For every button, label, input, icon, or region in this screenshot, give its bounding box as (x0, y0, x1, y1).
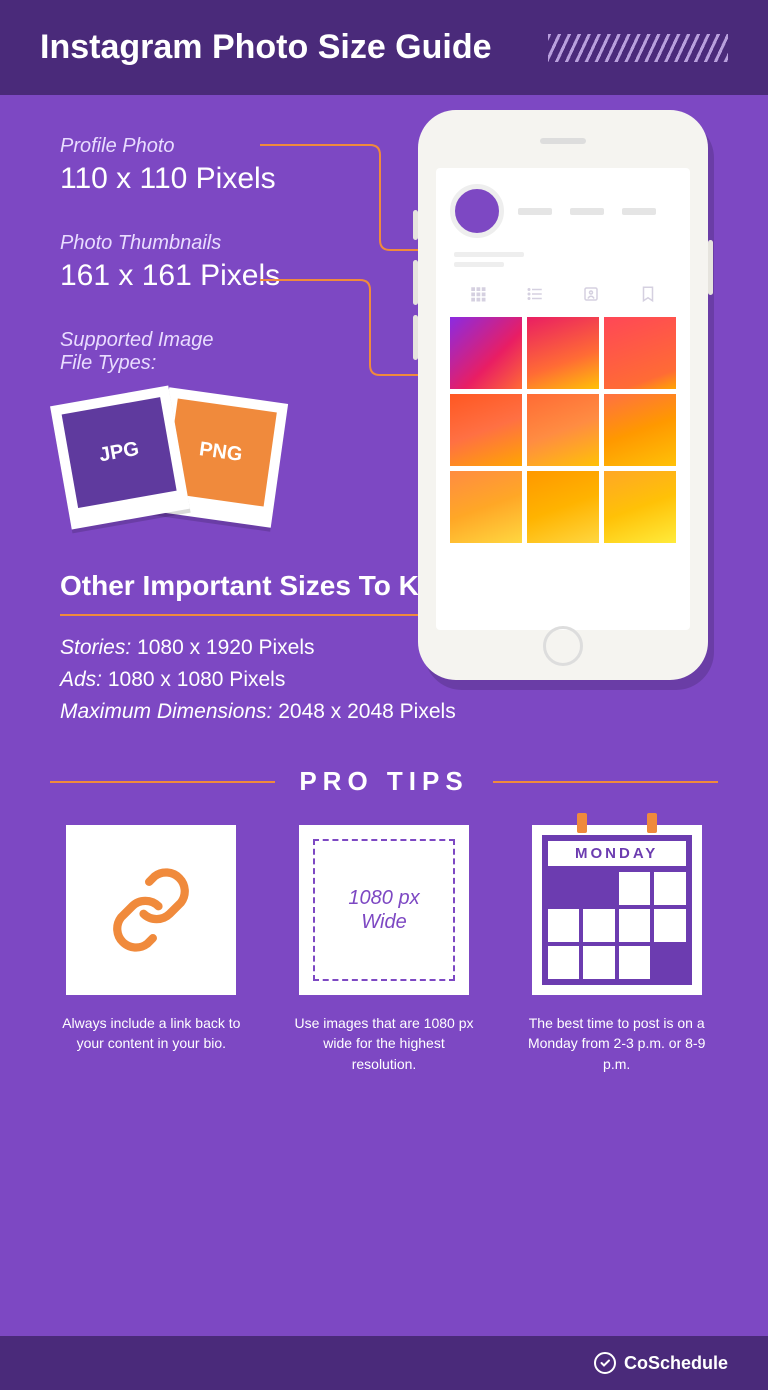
calendar-heading: MONDAY (548, 841, 686, 866)
bio-placeholder (454, 252, 676, 267)
width-card-line1: 1080 px (348, 886, 419, 910)
tagged-icon (582, 285, 600, 303)
header-decoration (548, 34, 728, 62)
photo-grid (450, 317, 676, 543)
phone-mockup (418, 110, 708, 680)
tip-width: 1080 px Wide Use images that are 1080 px… (283, 825, 486, 1074)
filetype-jpg-label: JPG (62, 397, 177, 508)
profile-stats (518, 208, 676, 215)
page-title: Instagram Photo Size Guide (40, 28, 492, 67)
filetype-jpg-card: JPG (50, 386, 190, 530)
link-icon (106, 865, 196, 955)
grid-icon (469, 285, 487, 303)
link-icon-card (66, 825, 236, 995)
grid-tile (527, 394, 599, 466)
grid-tile (604, 394, 676, 466)
avatar-icon (450, 184, 504, 238)
header-bar: Instagram Photo Size Guide (0, 0, 768, 95)
tip-timing-text: The best time to post is on a Monday fro… (527, 1013, 707, 1074)
protips-heading: PRO TIPS (299, 766, 468, 797)
protips-section: PRO TIPS Always include a link back to y… (50, 766, 718, 1074)
tip-timing: MONDAY The best time to post is on a Mon… (515, 825, 718, 1074)
brand-check-icon (594, 1352, 616, 1374)
phone-screen (436, 168, 690, 630)
tip-link-text: Always include a link back to your conte… (61, 1013, 241, 1054)
grid-tile (604, 317, 676, 389)
width-card-line2: Wide (361, 910, 406, 934)
grid-tile (604, 471, 676, 543)
grid-tile (527, 317, 599, 389)
tip-link: Always include a link back to your conte… (50, 825, 253, 1074)
profile-tab-icons (450, 285, 676, 303)
list-icon (526, 285, 544, 303)
grid-tile (450, 471, 522, 543)
tip-width-text: Use images that are 1080 px wide for the… (294, 1013, 474, 1074)
bookmark-icon (639, 285, 657, 303)
grid-tile (450, 317, 522, 389)
width-card: 1080 px Wide (299, 825, 469, 995)
size-max: Maximum Dimensions: 2048 x 2048 Pixels (60, 700, 708, 724)
grid-tile (527, 471, 599, 543)
brand-name: CoSchedule (624, 1353, 728, 1374)
grid-tile (450, 394, 522, 466)
footer-bar: CoSchedule (0, 1336, 768, 1390)
calendar-card: MONDAY (532, 825, 702, 995)
